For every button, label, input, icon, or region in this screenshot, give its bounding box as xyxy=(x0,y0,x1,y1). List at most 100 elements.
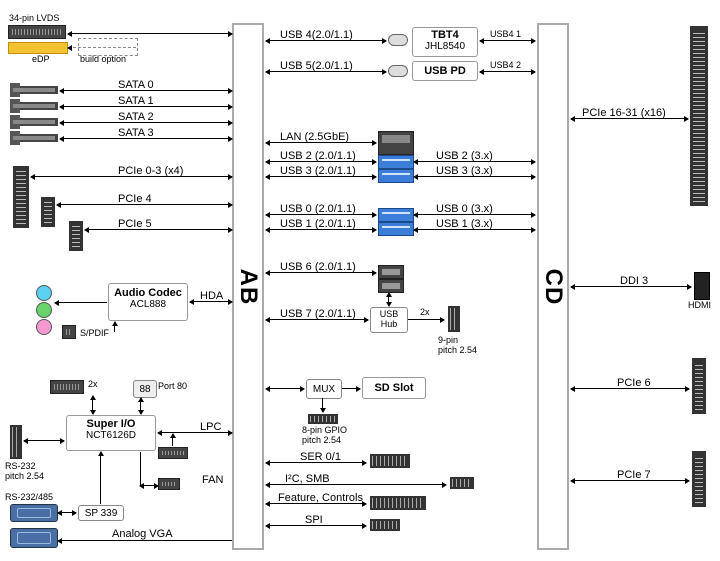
hda-label: HDA xyxy=(200,290,223,302)
audio-codec-sub: ACL888 xyxy=(109,299,187,310)
audio-codec-title: Audio Codec xyxy=(109,287,187,299)
rs232-label: RS-232 pitch 2.54 xyxy=(5,461,44,481)
superio-title: Super I/O xyxy=(67,418,155,430)
superio-sub: NCT6126D xyxy=(67,430,155,441)
usbpd-title: USB PD xyxy=(413,62,477,80)
sdslot-text: SD Slot xyxy=(363,378,425,398)
i2c-block xyxy=(450,477,474,489)
pcie6-label: PCIe 6 xyxy=(617,377,651,389)
usb6-label: USB 6 (2.0/1.1) xyxy=(280,261,356,273)
port80-seg: 88 xyxy=(133,380,157,398)
typec-1 xyxy=(388,34,408,46)
edp-connector xyxy=(8,42,68,54)
tbt4-title: TBT4 xyxy=(413,29,477,41)
usb3-label: USB 3 (2.0/1.1) xyxy=(280,165,356,177)
line-mux-gpio xyxy=(322,398,323,412)
gpio-block xyxy=(308,414,338,424)
usb1-label: USB 1 (2.0/1.1) xyxy=(280,218,356,230)
usb3-port xyxy=(378,169,414,183)
line-sp339-v xyxy=(100,452,101,504)
usb3-3x-label: USB 3 (3.x) xyxy=(436,165,493,177)
line-mux-sd xyxy=(342,388,360,389)
jack-green xyxy=(36,302,52,318)
usb0-port xyxy=(378,208,414,222)
line-rs232 xyxy=(24,440,64,441)
line-audio xyxy=(55,302,107,303)
vga-conn xyxy=(10,528,58,548)
jack-blue xyxy=(36,285,52,301)
typec-2 xyxy=(388,65,408,77)
twox-header xyxy=(50,380,84,394)
ninepin-block xyxy=(448,306,460,332)
spi-block xyxy=(370,519,400,531)
line-mux xyxy=(266,388,304,389)
usb2-3x-label: USB 2 (3.x) xyxy=(436,150,493,162)
sdslot-box: SD Slot xyxy=(362,377,426,399)
usb4-label: USB 4(2.0/1.1) xyxy=(280,29,353,41)
pcie-x16-slot xyxy=(690,26,708,206)
mux-box: MUX xyxy=(306,379,342,399)
lvds-label: 34-pin LVDS xyxy=(9,13,59,23)
audio-codec-box: Audio Codec ACL888 xyxy=(108,283,188,321)
usbhub-box: USB Hub xyxy=(370,307,408,333)
ser-label: SER 0/1 xyxy=(300,451,341,463)
line-pcie5 xyxy=(85,229,232,230)
ser-block xyxy=(370,454,410,468)
usb42-label: USB4 2 xyxy=(490,60,521,70)
line-fan-v xyxy=(140,452,141,485)
tbt4-sub: JHL8540 xyxy=(413,41,477,52)
pcie16-label: PCIe 16-31 (x16) xyxy=(582,107,666,119)
line-port80 xyxy=(140,398,141,414)
feat-block xyxy=(370,496,426,510)
usbhub-text: USB Hub xyxy=(371,310,407,330)
superio-box: Super I/O NCT6126D xyxy=(66,415,156,451)
lpc-header xyxy=(158,447,188,459)
usb5-label: USB 5(2.0/1.1) xyxy=(280,60,353,72)
lvds-connector xyxy=(8,25,66,39)
mux-text: MUX xyxy=(313,384,335,395)
edp-label: eDP xyxy=(32,54,50,64)
line-fan-h xyxy=(140,485,158,486)
sata0-conn xyxy=(10,86,58,94)
gpio-label: 8-pin GPIO pitch 2.54 xyxy=(302,425,347,445)
pcie5-slot xyxy=(69,221,83,251)
usb1-3x-label: USB 1 (3.x) xyxy=(436,218,493,230)
line-hub-u xyxy=(388,293,389,306)
spdif-label: S/PDIF xyxy=(80,328,109,338)
ddi3-label: DDI 3 xyxy=(620,275,648,287)
line-lpc-hdr xyxy=(172,434,173,446)
db9-conn xyxy=(10,504,58,522)
i2c-label: I²C, SMB xyxy=(285,473,330,485)
chip-ab-label: AB xyxy=(234,268,262,305)
tbt4-box: TBT4 JHL8540 xyxy=(412,27,478,57)
chip-cd-label: CD xyxy=(539,268,567,305)
sp339-text: SP 339 xyxy=(85,508,118,519)
lpc-label: LPC xyxy=(200,421,221,433)
pcie03-label: PCIe 0-3 (x4) xyxy=(118,165,183,177)
usb0-3x-label: USB 0 (3.x) xyxy=(436,203,493,215)
usb7-label: USB 7 (2.0/1.1) xyxy=(280,308,356,320)
usb1-port xyxy=(378,222,414,236)
sata2-conn xyxy=(10,118,58,126)
usb0-label: USB 0 (2.0/1.1) xyxy=(280,203,356,215)
line-2x xyxy=(92,396,93,414)
sata3-conn xyxy=(10,134,58,142)
sata1-conn xyxy=(10,102,58,110)
spi-label: SPI xyxy=(305,514,323,526)
line-spdif xyxy=(114,322,115,332)
twox-label: 2x xyxy=(88,379,98,389)
sp339-box: SP 339 xyxy=(78,505,124,521)
sata0-label: SATA 0 xyxy=(118,79,154,91)
line-usb41 xyxy=(480,40,535,41)
rs232485-label: RS-232/485 xyxy=(5,492,53,502)
hdmi-label: HDMI xyxy=(688,300,711,310)
usb6-hdr xyxy=(378,265,404,279)
line-lvds xyxy=(68,33,232,34)
sata1-label: SATA 1 xyxy=(118,95,154,107)
pcie7-label: PCIe 7 xyxy=(617,469,651,481)
usb2-label: USB 2 (2.0/1.1) xyxy=(280,150,356,162)
port80-label: Port 80 xyxy=(158,381,187,391)
sata2-label: SATA 2 xyxy=(118,111,154,123)
pcie5-label: PCIe 5 xyxy=(118,218,152,230)
ninepin-label: 9-pin pitch 2.54 xyxy=(438,335,477,355)
